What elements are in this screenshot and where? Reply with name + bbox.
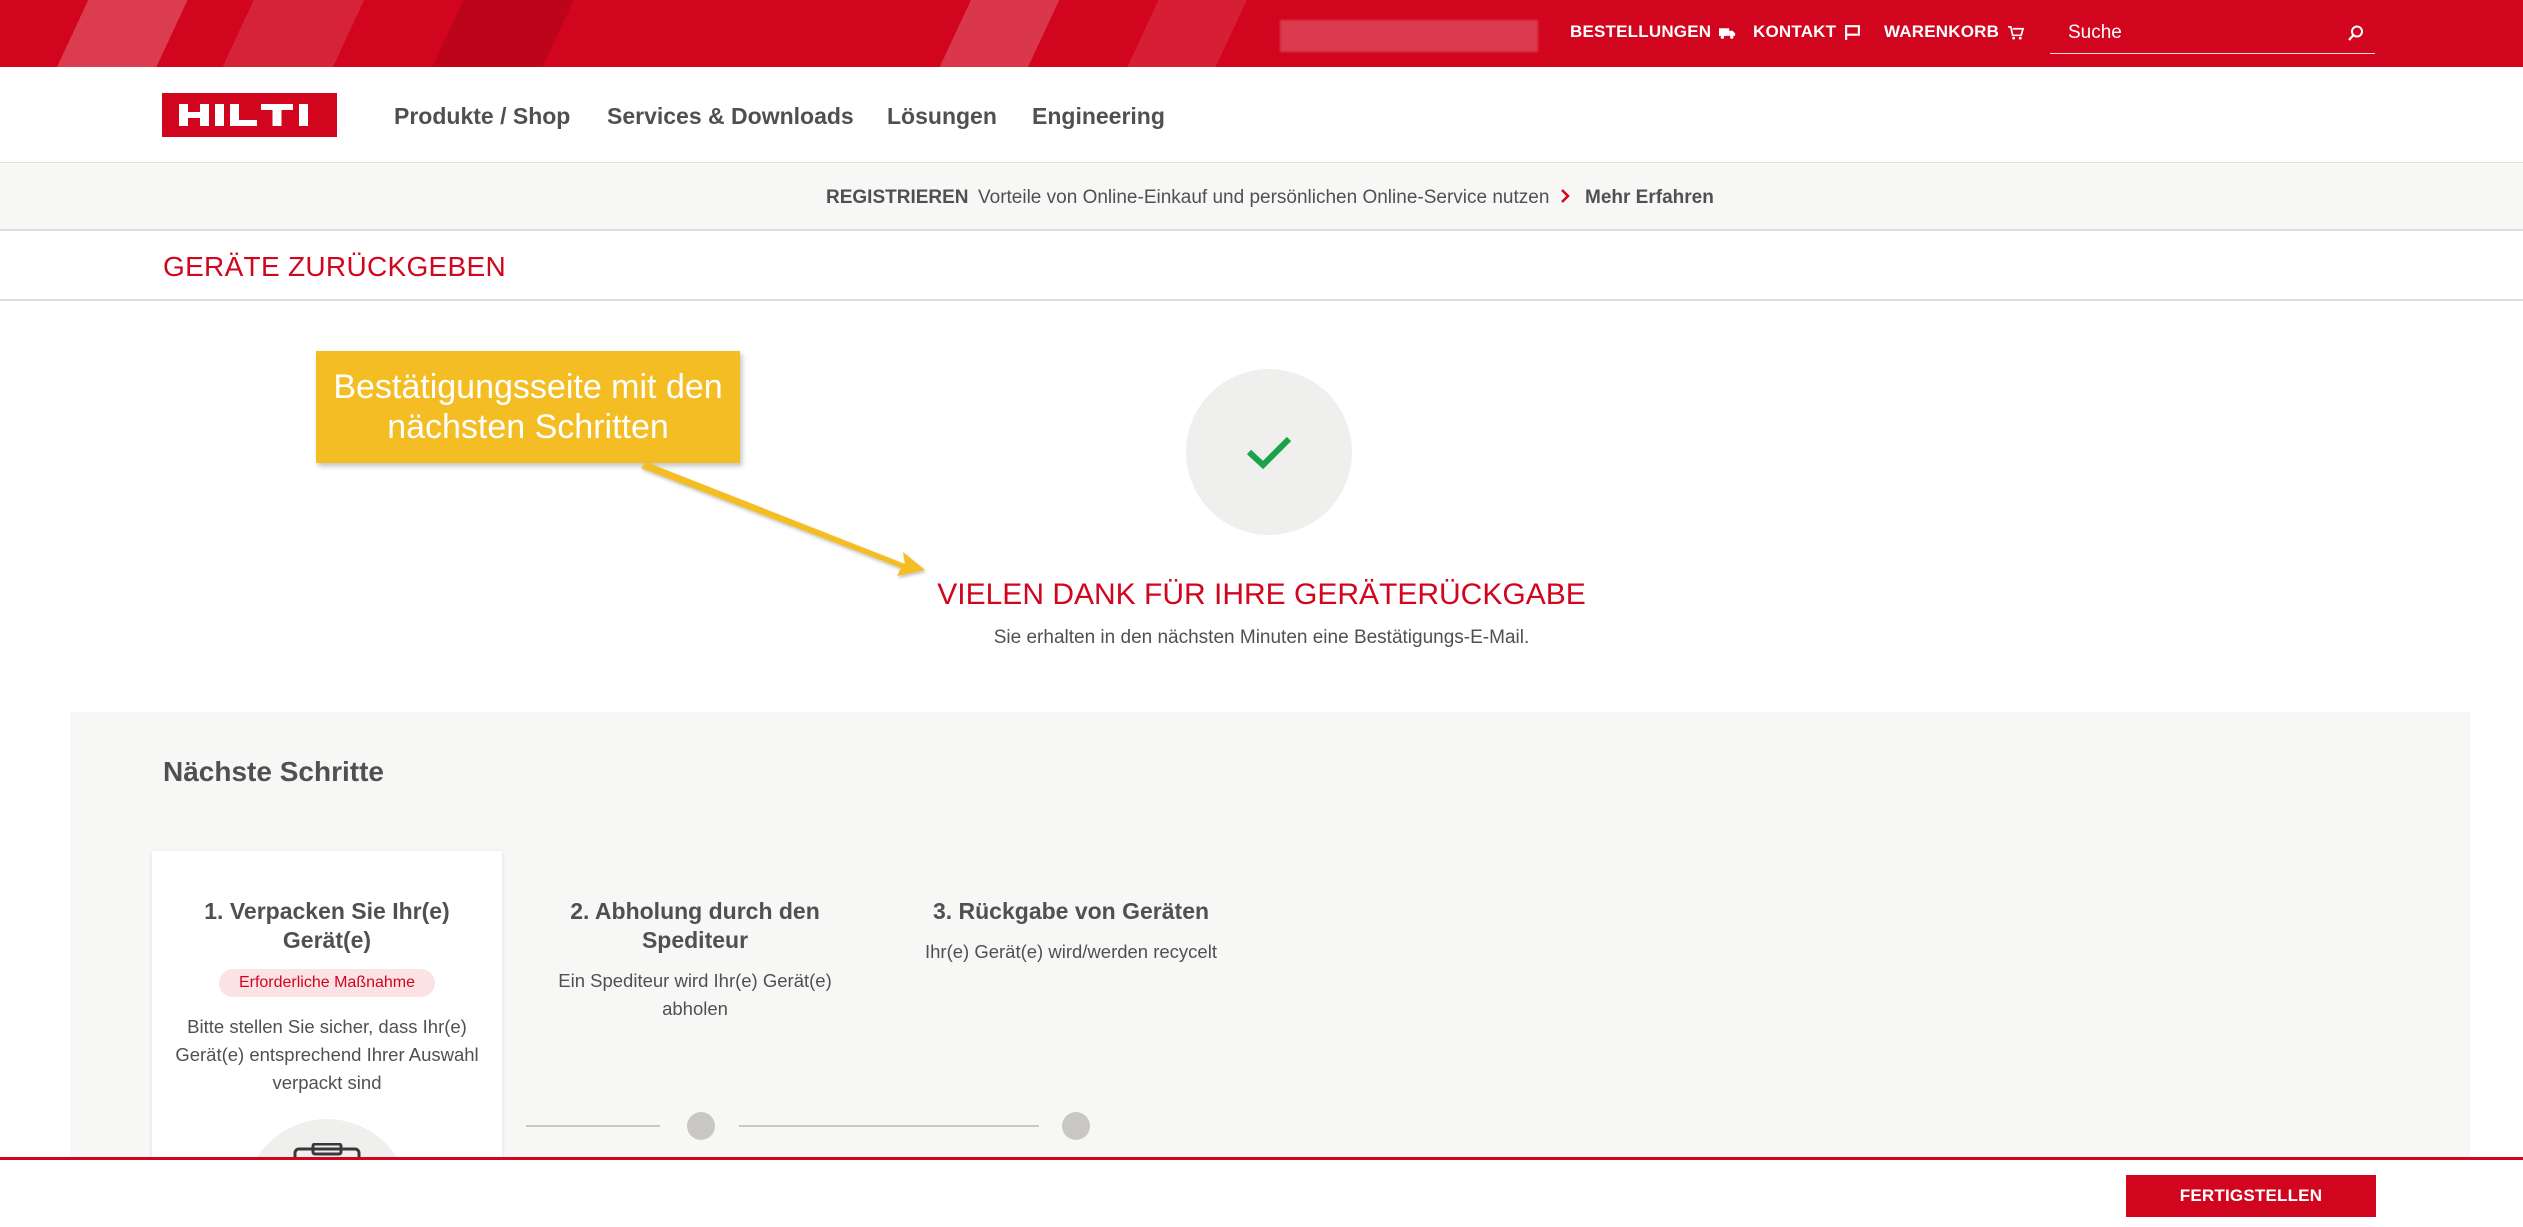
checkmark-icon: [1246, 436, 1292, 470]
timeline-line: [526, 1125, 660, 1127]
learn-more-link[interactable]: Mehr Erfahren: [1585, 187, 1714, 209]
contact-link[interactable]: KONTAKT: [1753, 22, 1861, 42]
step-title: 2. Abholung durch den Spediteur: [570, 898, 820, 953]
step-title: 3. Rückgabe von Geräten: [932, 898, 1210, 924]
finish-button[interactable]: FERTIGSTELLEN: [2126, 1175, 2376, 1217]
timeline-dot-step-2: [687, 1112, 715, 1140]
step-description: Ihr(e) Gerät(e) wird/werden recycelt: [925, 941, 1217, 962]
nav-engineering[interactable]: Engineering: [1032, 103, 1165, 130]
cart-link[interactable]: WARENKORB: [1884, 22, 2025, 42]
chat-flag-icon: [1845, 24, 1861, 40]
confirmation-subtitle: Sie erhalten in den nächsten Minuten ein…: [993, 627, 1530, 648]
main-navigation: Produkte / Shop Services & Downloads Lös…: [0, 67, 2523, 163]
contact-label: KONTAKT: [1753, 22, 1837, 41]
truck-icon: [1719, 27, 1736, 39]
tutorial-callout: Bestätigungsseite mit den nächsten Schri…: [316, 351, 740, 463]
user-name-redacted[interactable]: [1280, 20, 1538, 52]
timeline-line: [739, 1125, 1039, 1127]
nav-solutions[interactable]: Lösungen: [887, 103, 997, 130]
register-benefits-text: Vorteile von Online-Einkauf und persönli…: [978, 187, 1550, 208]
required-action-badge: Erforderliche Maßnahme: [219, 969, 435, 997]
hilti-logo-wordmark: [178, 104, 308, 126]
step-title: 1. Verpacken Sie Ihr(e) Gerät(e): [204, 898, 450, 953]
orders-link[interactable]: BESTELLUNGEN: [1570, 22, 1736, 42]
confirmation-title: VIELEN DANK FÜR IHRE GERÄTERÜCKGABE: [937, 578, 1586, 611]
page-title: GERÄTE ZURÜCKGEBEN: [163, 251, 506, 282]
step-column-pickup: 2. Abholung durch den Spediteur Ein Sped…: [520, 851, 870, 1023]
step-description: Ein Spediteur wird Ihr(e) Gerät(e) abhol…: [558, 970, 832, 1019]
register-label: REGISTRIEREN: [826, 187, 969, 208]
cart-label: WARENKORB: [1884, 22, 2000, 41]
next-steps-title: Nächste Schritte: [163, 756, 384, 787]
confirmation-check-circle: [1186, 369, 1352, 535]
orders-label: BESTELLUNGEN: [1570, 22, 1712, 41]
timeline-dot-step-3: [1062, 1112, 1090, 1140]
search-icon[interactable]: [2347, 24, 2365, 42]
bottom-action-bar: FERTIGSTELLEN: [0, 1157, 2523, 1227]
page-title-band: GERÄTE ZURÜCKGEBEN: [0, 231, 2523, 301]
chevron-right-icon: [1561, 189, 1570, 203]
search-box: [2050, 14, 2375, 54]
register-banner: REGISTRIEREN Vorteile von Online-Einkauf…: [0, 163, 2523, 231]
hilti-logo[interactable]: [162, 93, 337, 137]
nav-products-shop[interactable]: Produkte / Shop: [394, 103, 570, 130]
step-column-return: 3. Rückgabe von Geräten Ihr(e) Gerät(e) …: [896, 851, 1246, 966]
top-utility-bar: BESTELLUNGEN KONTAKT WARENKORB: [0, 0, 2523, 67]
step-description: Bitte stellen Sie sicher, dass Ihr(e) Ge…: [175, 1016, 479, 1093]
nav-services-downloads[interactable]: Services & Downloads: [607, 103, 854, 130]
cart-icon: [2008, 25, 2025, 40]
next-steps-panel: Nächste Schritte 1. Verpacken Sie Ihr(e)…: [70, 712, 2470, 1227]
search-input[interactable]: [2050, 14, 2340, 52]
